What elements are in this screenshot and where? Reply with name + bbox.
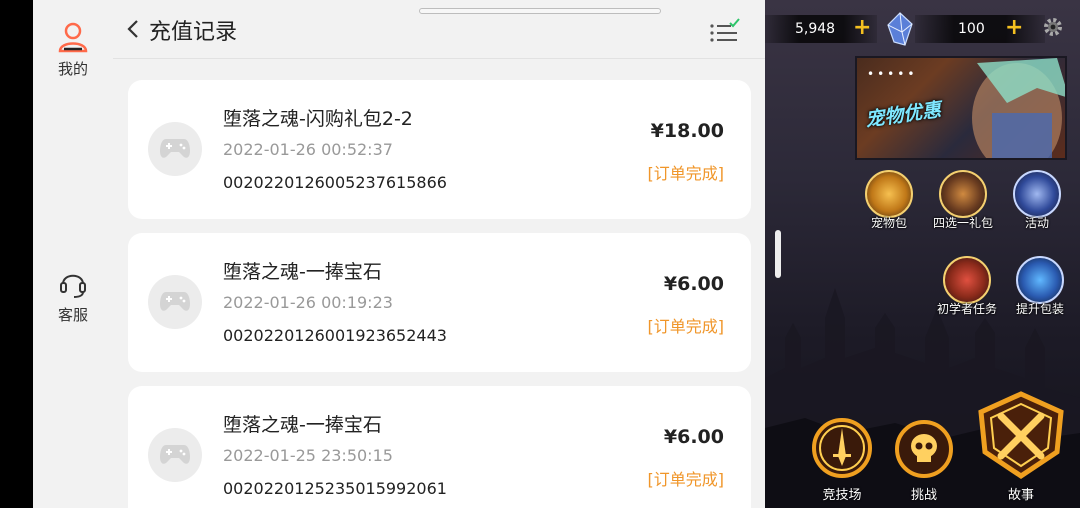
product-name: 堕落之魂-一捧宝石 <box>223 261 382 283</box>
sidebar: 我的 客服 <box>33 0 113 508</box>
gem-amount: 100 <box>958 21 985 37</box>
order-price: ¥18.00 <box>650 120 724 142</box>
challenge-label: 挑战 <box>910 488 937 503</box>
order-status[interactable]: [订单完成] <box>648 160 725 184</box>
gamepad-icon <box>160 139 190 158</box>
chevron-left-icon[interactable] <box>125 18 141 40</box>
sidebar-item-label: 客服 <box>57 306 88 324</box>
drag-handle[interactable] <box>419 8 661 14</box>
skull-icon <box>895 420 953 478</box>
list-check-icon[interactable] <box>709 18 741 44</box>
gift-box-icon <box>1016 256 1064 304</box>
record-card[interactable]: 堕落之魂-闪购礼包2-2 2022-01-26 00:52:37 0020220… <box>128 80 751 219</box>
add-gold-button[interactable]: + <box>853 17 871 39</box>
left-edge-bar <box>0 0 33 508</box>
choose-one-pack-button[interactable]: 四选一礼包 <box>927 170 999 231</box>
boost-pack-button[interactable]: 提升包装 <box>1009 256 1071 317</box>
gamepad-icon <box>160 445 190 464</box>
game-screen: 5,948 + 100 + ••••• 宠物优惠 宠物包 四选一礼包 活动 初学… <box>765 0 1080 508</box>
sidebar-item-me[interactable]: 我的 <box>33 20 113 79</box>
record-card[interactable]: 堕落之魂-一捧宝石 2022-01-25 23:50:15 0020220125… <box>128 386 751 508</box>
banner-dots: ••••• <box>867 67 918 81</box>
quest-icon <box>943 256 991 304</box>
order-price: ¥6.00 <box>663 426 724 448</box>
game-avatar <box>148 275 202 329</box>
icon-label: 四选一礼包 <box>932 216 993 230</box>
gamepad-icon <box>160 292 190 311</box>
story-button[interactable]: 故事 <box>973 390 1069 503</box>
story-label: 故事 <box>1007 488 1034 503</box>
header: 充值记录 <box>113 0 765 59</box>
crossed-swords-icon <box>978 391 1064 480</box>
user-icon <box>58 22 88 53</box>
headset-icon <box>60 274 86 298</box>
order-time: 2022-01-26 00:19:23 <box>223 293 393 312</box>
icon-label: 提升包装 <box>1015 302 1064 316</box>
resource-bar: 5,948 + 100 + <box>765 12 1080 46</box>
arena-label: 竞技场 <box>822 488 862 503</box>
order-status[interactable]: [订单完成] <box>648 466 725 490</box>
order-number: 002022012523501599206​1 <box>223 479 447 498</box>
gear-icon[interactable] <box>1041 15 1065 39</box>
sidebar-item-label: 我的 <box>57 60 88 78</box>
wolf-icon <box>865 170 913 218</box>
add-gem-button[interactable]: + <box>1005 17 1023 39</box>
scrollbar-thumb[interactable] <box>775 230 781 278</box>
record-card[interactable]: 堕落之魂-一捧宝石 2022-01-26 00:19:23 0020220126… <box>128 233 751 372</box>
beginner-quest-button[interactable]: 初学者任务 <box>931 256 1003 317</box>
order-price: ¥6.00 <box>663 273 724 295</box>
order-status[interactable]: [订单完成] <box>648 313 725 337</box>
icon-label: 初学者任务 <box>936 302 997 316</box>
sword-icon <box>812 418 872 478</box>
product-name: 堕落之魂-闪购礼包2-2 <box>223 108 413 130</box>
arena-button[interactable]: 竞技场 <box>809 416 875 503</box>
pet-sale-banner[interactable]: ••••• 宠物优惠 <box>855 56 1067 160</box>
recharge-record-panel: 充值记录 堕落之魂-闪购礼包2-2 2022-01-26 00:52:37 00… <box>113 0 765 508</box>
crystal-icon <box>887 12 913 46</box>
game-avatar <box>148 122 202 176</box>
gold-amount: 5,948 <box>795 21 836 37</box>
order-time: 2022-01-26 00:52:37 <box>223 140 393 159</box>
treasure-chest-icon <box>939 170 987 218</box>
page-title: 充值记录 <box>149 20 238 45</box>
order-number: 002022012600192365244​3 <box>223 326 447 345</box>
sidebar-item-service[interactable]: 客服 <box>33 266 113 325</box>
scroll-icon <box>1013 170 1061 218</box>
icon-label: 活动 <box>1024 216 1049 230</box>
pet-pack-button[interactable]: 宠物包 <box>861 170 917 231</box>
icon-label: 宠物包 <box>870 216 907 230</box>
order-time: 2022-01-25 23:50:15 <box>223 446 393 465</box>
product-name: 堕落之魂-一捧宝石 <box>223 414 382 436</box>
order-number: 002022012600523761586​6 <box>223 173 447 192</box>
event-button[interactable]: 活动 <box>1009 170 1065 231</box>
challenge-button[interactable]: 挑战 <box>891 418 957 503</box>
game-avatar <box>148 428 202 482</box>
